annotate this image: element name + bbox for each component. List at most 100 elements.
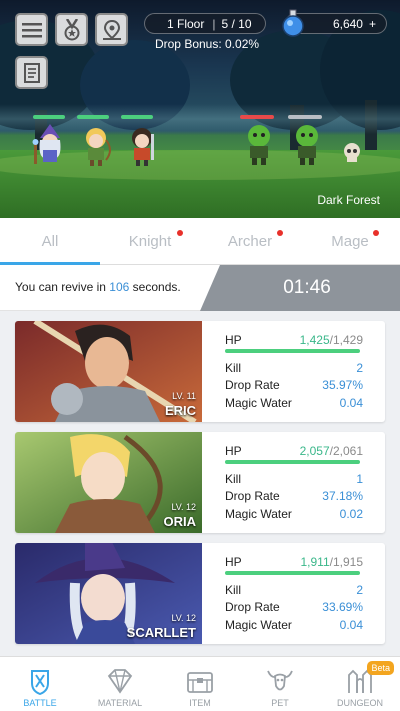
diamond-icon bbox=[107, 669, 133, 694]
map-pin-icon bbox=[102, 19, 121, 40]
hp-current: 2,057 bbox=[299, 444, 330, 458]
hero-portrait: LV. 11 ERIC bbox=[15, 321, 202, 422]
wave-counter: 5 / 10 bbox=[221, 16, 252, 31]
nav-label: BATTLE bbox=[23, 698, 57, 708]
hero-level: LV. 12 bbox=[171, 613, 196, 623]
nav-pet[interactable]: PET bbox=[240, 657, 320, 711]
drop-rate-value: 33.69% bbox=[322, 600, 363, 614]
tab-label: Mage bbox=[331, 232, 369, 250]
kill-label: Kill bbox=[225, 472, 242, 486]
hero-portrait: LV. 12 SCARLLET bbox=[15, 543, 202, 644]
hero-card-eric[interactable]: LV. 11 ERIC HP 1,425/1,429 Kill 2 Drop Rat… bbox=[15, 321, 385, 422]
hp-max: 1,915 bbox=[332, 555, 363, 569]
enemy-hp-bar bbox=[240, 115, 274, 119]
kill-row: Kill 1 bbox=[225, 472, 363, 486]
kill-label: Kill bbox=[225, 361, 242, 375]
hp-current: 1,911 bbox=[300, 555, 330, 569]
hp-bar bbox=[225, 571, 360, 575]
nav-label: PET bbox=[271, 698, 289, 708]
hp-label: HP bbox=[225, 555, 242, 569]
magic-water-value: 0.02 bbox=[339, 507, 363, 521]
hero-level: LV. 12 bbox=[171, 502, 196, 512]
class-filter-tabs: All Knight Archer Mage bbox=[0, 218, 400, 265]
drop-bonus: Drop Bonus: 0.02% bbox=[154, 37, 260, 51]
hp-row: HP 1,911/1,915 bbox=[225, 555, 363, 569]
magic-water-value: 0.04 bbox=[339, 618, 363, 632]
hp-row: HP 2,057/2,061 bbox=[225, 444, 363, 458]
tab-label: Knight bbox=[128, 232, 172, 250]
nav-label: ITEM bbox=[189, 698, 211, 708]
kill-value: 2 bbox=[356, 583, 363, 597]
drop-rate-row: Drop Rate 33.69% bbox=[225, 600, 363, 614]
hero-card-scarllet[interactable]: LV. 12 SCARLLET HP 1,911/1,915 Kill 2 Drop… bbox=[15, 543, 385, 644]
map-button[interactable] bbox=[95, 13, 128, 46]
location-name: Dark Forest bbox=[317, 193, 380, 207]
chest-icon bbox=[187, 672, 213, 693]
nav-material[interactable]: MATERIAL bbox=[80, 657, 160, 711]
drop-rate-label: Drop Rate bbox=[225, 600, 280, 614]
drop-rate-label: Drop Rate bbox=[225, 489, 280, 503]
battle-icon bbox=[31, 670, 49, 695]
hp-max: 2,061 bbox=[332, 444, 363, 458]
hero-name: ERIC bbox=[164, 403, 196, 418]
notification-dot bbox=[177, 230, 183, 236]
hp-bar bbox=[225, 460, 360, 464]
tab-knight[interactable]: Knight bbox=[100, 218, 200, 264]
bottom-navigation: BATTLE MATERIAL ITEM PET DUNGEON Beta bbox=[0, 656, 400, 711]
drop-rate-value: 35.97% bbox=[322, 378, 363, 392]
magic-water-row: Magic Water 0.04 bbox=[225, 396, 363, 410]
nav-label: MATERIAL bbox=[97, 698, 143, 708]
tab-archer[interactable]: Archer bbox=[200, 218, 300, 264]
enemy-hp-bar bbox=[288, 115, 322, 119]
notification-dot bbox=[373, 230, 379, 236]
magic-water-value: 0.04 bbox=[339, 396, 363, 410]
drop-rate-row: Drop Rate 37.18% bbox=[225, 489, 363, 503]
nav-dungeon[interactable]: DUNGEON Beta bbox=[320, 657, 400, 711]
bull-icon bbox=[267, 670, 293, 691]
hp-max: 1,429 bbox=[332, 333, 363, 347]
hero-hp-bar bbox=[121, 115, 153, 119]
magic-water-row: Magic Water 0.04 bbox=[225, 618, 363, 632]
floor-label: 1 Floor bbox=[167, 16, 205, 31]
revive-prefix: You can revive in bbox=[15, 280, 106, 294]
kill-row: Kill 2 bbox=[225, 361, 363, 375]
hp-label: HP bbox=[225, 444, 242, 458]
achievement-button[interactable] bbox=[55, 13, 88, 46]
kill-row: Kill 2 bbox=[225, 583, 363, 597]
goblin-sprite bbox=[248, 125, 270, 165]
kill-value: 2 bbox=[356, 361, 363, 375]
kill-label: Kill bbox=[225, 583, 242, 597]
quest-scroll-button[interactable] bbox=[15, 56, 48, 89]
notification-dot bbox=[277, 230, 283, 236]
tab-mage[interactable]: Mage bbox=[300, 218, 400, 264]
hp-current: 1,425 bbox=[299, 333, 330, 347]
revive-banner: You can revive in 106 seconds. 01:46 bbox=[0, 265, 400, 311]
medal-icon bbox=[64, 18, 79, 40]
drop-rate-label: Drop Rate bbox=[225, 378, 280, 392]
nav-battle[interactable]: BATTLE bbox=[0, 657, 80, 711]
battle-scene: 1 Floor | 5 / 10 Drop Bonus: 0.02% 6,640… bbox=[0, 0, 400, 218]
hero-name: SCARLLET bbox=[126, 625, 196, 640]
scroll-icon bbox=[23, 62, 40, 83]
menu-button[interactable] bbox=[15, 13, 48, 46]
hero-hp-bar bbox=[33, 115, 65, 119]
floor-indicator: 1 Floor | 5 / 10 bbox=[144, 13, 266, 34]
drop-rate-value: 37.18% bbox=[322, 489, 363, 503]
magic-water-label: Magic Water bbox=[225, 396, 292, 410]
add-gold-button[interactable]: + bbox=[369, 17, 376, 31]
revive-seconds: 106 bbox=[109, 280, 130, 294]
hero-card-oria[interactable]: LV. 12 ORIA HP 2,057/2,061 Kill 1 Drop Rat… bbox=[15, 432, 385, 533]
app: 1 Floor | 5 / 10 Drop Bonus: 0.02% 6,640… bbox=[0, 0, 400, 711]
magic-water-label: Magic Water bbox=[225, 618, 292, 632]
nav-label: DUNGEON bbox=[336, 698, 383, 708]
knight-sprite bbox=[132, 128, 154, 166]
magic-water-label: Magic Water bbox=[225, 507, 292, 521]
nav-item[interactable]: ITEM bbox=[160, 657, 240, 711]
tab-label: Archer bbox=[227, 232, 273, 250]
tab-all[interactable]: All bbox=[0, 218, 100, 265]
hp-row: HP 1,425/1,429 bbox=[225, 333, 363, 347]
magic-water-row: Magic Water 0.02 bbox=[225, 507, 363, 521]
hamburger-icon bbox=[21, 22, 42, 37]
hero-level: LV. 11 bbox=[172, 391, 196, 401]
hp-bar bbox=[225, 349, 360, 353]
